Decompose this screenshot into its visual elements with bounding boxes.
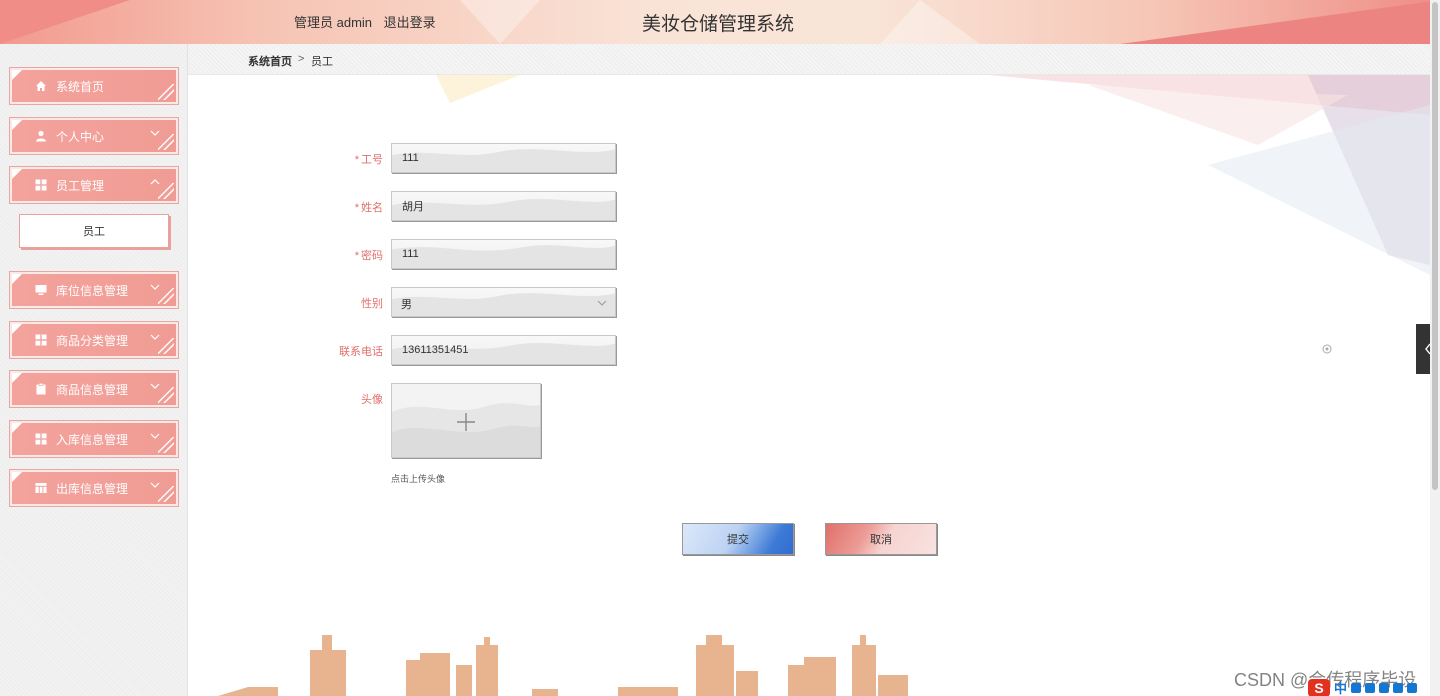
cancel-button[interactable]: 取消 xyxy=(825,523,937,555)
chevron-down-icon xyxy=(150,284,160,290)
table-icon xyxy=(35,483,47,493)
toolbox-icon[interactable] xyxy=(1407,682,1418,693)
sidebar-item-label: 员工管理 xyxy=(56,178,105,193)
scrollbar-thumb[interactable] xyxy=(1432,2,1438,490)
phone-input[interactable] xyxy=(392,336,615,364)
chevron-down-icon xyxy=(150,482,160,488)
sidebar-item-location-mgmt[interactable]: 库位信息管理 xyxy=(9,271,179,309)
sidebar-subitem-employee[interactable]: 员工 xyxy=(19,214,169,248)
sidebar-item-label: 商品信息管理 xyxy=(56,382,129,397)
upload-tip: 点击上传头像 xyxy=(391,474,446,484)
ime-toolbar: S 中 xyxy=(1308,678,1418,696)
password-input[interactable] xyxy=(392,240,615,268)
monitor-icon xyxy=(35,285,47,295)
target-icon xyxy=(1322,344,1332,354)
name-input[interactable] xyxy=(392,192,615,220)
chevron-down-icon xyxy=(150,334,160,340)
microphone-icon[interactable] xyxy=(1365,682,1376,693)
punctuation-icon[interactable] xyxy=(1351,682,1362,693)
keyboard-icon[interactable] xyxy=(1379,682,1390,693)
sidebar-item-outbound-mgmt[interactable]: 出库信息管理 xyxy=(9,469,179,507)
chevron-down-icon xyxy=(597,300,607,306)
system-title: 美妆仓储管理系统 xyxy=(642,14,795,35)
sidebar-item-home[interactable]: 系统首页 xyxy=(9,67,179,105)
sidebar-item-product-mgmt[interactable]: 商品信息管理 xyxy=(9,370,179,408)
chevron-down-icon xyxy=(150,383,160,389)
phone-label: 联系电话 xyxy=(339,346,383,358)
employee-no-field[interactable] xyxy=(391,143,616,173)
phone-field[interactable] xyxy=(391,335,616,365)
grid-icon xyxy=(35,433,47,445)
employee-no-label: * 工号 xyxy=(354,154,383,166)
breadcrumb-home-link[interactable]: 系统首页 xyxy=(248,53,292,69)
user-icon xyxy=(36,130,46,142)
sidebar-item-label: 个人中心 xyxy=(56,129,105,144)
grid-icon xyxy=(35,179,47,191)
ime-language[interactable]: 中 xyxy=(1334,678,1347,696)
password-field[interactable] xyxy=(391,239,616,269)
breadcrumb: 系统首页 > 员工 xyxy=(188,44,1430,75)
sidebar-item-category-mgmt[interactable]: 商品分类管理 xyxy=(9,321,179,359)
avatar-upload[interactable] xyxy=(391,383,541,458)
gender-selected-value: 男 xyxy=(401,299,412,311)
breadcrumb-separator: > xyxy=(298,53,305,65)
name-label: * 姓名 xyxy=(354,202,383,214)
gender-select[interactable]: 男 xyxy=(391,287,616,317)
sidebar-item-label: 商品分类管理 xyxy=(56,333,129,348)
top-header: 管理员 admin 退出登录 美妆仓储管理系统 xyxy=(0,0,1440,44)
home-icon xyxy=(36,81,46,91)
plus-icon xyxy=(457,413,475,431)
gender-label: 性别 xyxy=(361,298,383,310)
name-field[interactable] xyxy=(391,191,616,221)
chevron-down-icon xyxy=(150,130,160,136)
sidebar-item-employee-mgmt[interactable]: 员工管理 xyxy=(9,166,179,204)
employee-no-input[interactable] xyxy=(392,144,615,172)
sidebar-item-personal[interactable]: 个人中心 xyxy=(9,117,179,155)
sidebar-item-label: 入库信息管理 xyxy=(56,432,129,447)
admin-info: 管理员 admin 退出登录 xyxy=(294,12,444,31)
sogou-logo-icon[interactable]: S xyxy=(1308,678,1330,696)
chevron-down-icon xyxy=(150,433,160,439)
shirt-icon[interactable] xyxy=(1393,682,1404,693)
chevron-up-icon xyxy=(150,179,160,185)
sidebar-item-inbound-mgmt[interactable]: 入库信息管理 xyxy=(9,420,179,458)
password-label: * 密码 xyxy=(354,250,383,262)
sidebar-item-label: 出库信息管理 xyxy=(56,481,129,496)
background-decoration xyxy=(218,75,1430,696)
avatar-label: 头像 xyxy=(361,394,383,406)
breadcrumb-current: 员工 xyxy=(311,56,333,68)
sidebar-item-label: 库位信息管理 xyxy=(56,283,129,298)
admin-label: 管理员 admin xyxy=(294,15,373,30)
sidebar-item-label: 系统首页 xyxy=(56,79,105,94)
logout-link[interactable]: 退出登录 xyxy=(384,15,436,30)
grid-icon xyxy=(35,334,47,346)
submit-button[interactable]: 提交 xyxy=(682,523,794,555)
sidebar-subitem-label: 员工 xyxy=(83,226,105,238)
clipboard-icon xyxy=(36,383,46,395)
